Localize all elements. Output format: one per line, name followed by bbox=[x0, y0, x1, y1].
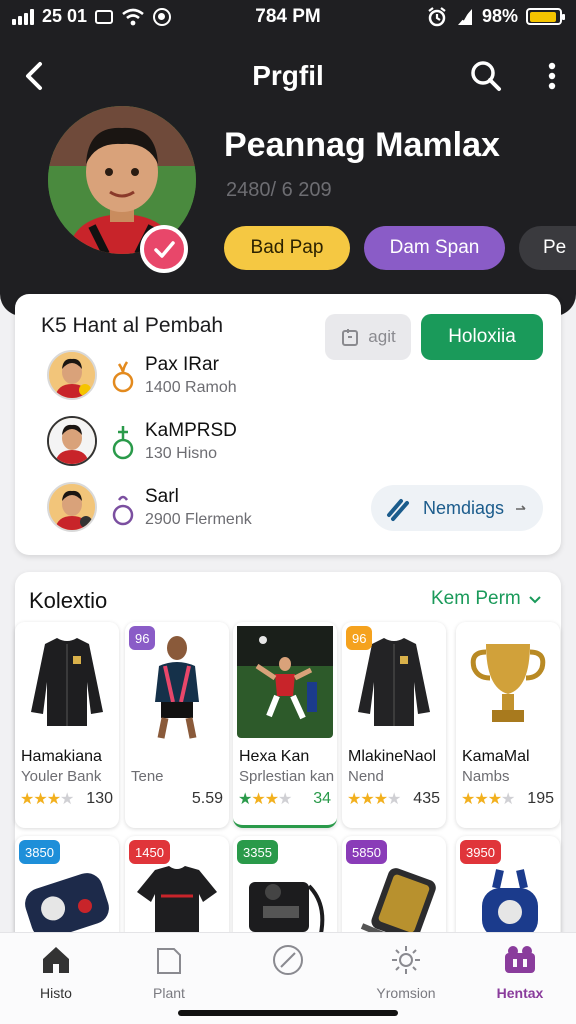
bookmark-icon bbox=[157, 948, 181, 974]
stripes-icon bbox=[387, 499, 409, 521]
rating-count: 130 bbox=[86, 790, 113, 807]
tab-label: Yromsion bbox=[376, 985, 436, 1001]
price-badge: 96 bbox=[129, 626, 156, 650]
message-button-label: Nemdiags bbox=[423, 497, 505, 518]
follower-meta: 2900 Flermenk bbox=[145, 511, 252, 528]
price-badge: 3950 bbox=[460, 840, 501, 864]
price-badge: 1450 bbox=[129, 840, 170, 864]
chevron-down-icon bbox=[529, 596, 541, 604]
price-badge: 3355 bbox=[237, 840, 278, 864]
follower-avatar bbox=[47, 350, 97, 400]
jacket-image bbox=[15, 622, 119, 742]
tab-compose[interactable] bbox=[238, 943, 338, 1013]
top-nav: Prgfil bbox=[0, 50, 576, 102]
follower-avatar bbox=[47, 482, 97, 532]
search-icon[interactable] bbox=[468, 58, 504, 94]
see-more-label: Kem Perm bbox=[431, 588, 521, 609]
followers-card: K5 Hant al Pembah agit Holoxiia Pax IRar… bbox=[15, 294, 561, 555]
price-badge: 3850 bbox=[19, 840, 60, 864]
alarm-icon bbox=[428, 6, 446, 26]
collection-item[interactable]: Hexa Kan Sprlestian kan ★★★★ 34 bbox=[233, 622, 337, 828]
rating-count: 195 bbox=[527, 790, 554, 807]
bag-outline-icon bbox=[112, 495, 134, 526]
profile-stats: 2480/ 6 209 bbox=[226, 179, 332, 201]
edit-icon bbox=[342, 329, 359, 346]
battery-level bbox=[529, 11, 556, 22]
follower-row[interactable]: KaMPRSD 130 Hisno bbox=[47, 416, 387, 468]
item-subtitle: Nambs bbox=[462, 768, 510, 785]
follower-row[interactable]: Sarl 2900 Flermenk bbox=[47, 482, 387, 534]
follower-avatar bbox=[47, 416, 97, 466]
see-more-link[interactable]: Kem Perm bbox=[431, 588, 543, 610]
follower-row[interactable]: Pax IRar 1400 Ramoh bbox=[47, 350, 387, 402]
item-name: Hexa Kan bbox=[239, 748, 310, 765]
collection-item[interactable]: KamaMal Nambs ★★★★ 195 bbox=[456, 622, 560, 828]
chip-tag[interactable]: Dam Span bbox=[364, 226, 505, 270]
follower-name: Sarl bbox=[145, 486, 179, 507]
price-badge: 5850 bbox=[346, 840, 387, 864]
item-name: Hamakiana bbox=[21, 748, 102, 765]
follower-meta: 130 Hisno bbox=[145, 445, 218, 462]
trophy-outline-icon bbox=[112, 361, 134, 393]
tag-chips: Bad Pap Dam Span Pe bbox=[224, 226, 576, 272]
rating-stars: ★★★★ bbox=[461, 791, 515, 808]
rating-stars: ★★★★ bbox=[238, 791, 292, 808]
trophy-image bbox=[456, 622, 560, 742]
profile-name: Peannag Mamlax bbox=[224, 126, 500, 164]
rating-stars: ★★★★ bbox=[347, 791, 401, 808]
item-subtitle: Tene bbox=[131, 768, 164, 785]
battery-icon bbox=[526, 8, 565, 25]
status-right: 98% bbox=[426, 6, 565, 27]
price-badge: 96 bbox=[346, 626, 373, 650]
arrow-icon bbox=[516, 505, 526, 510]
home-indicator[interactable] bbox=[178, 1010, 398, 1016]
medal-outline-icon bbox=[112, 426, 134, 460]
collection-title: Kolextio bbox=[29, 588, 108, 613]
collection-item[interactable]: 96 Tene 5.59 bbox=[125, 622, 229, 828]
verified-badge bbox=[140, 225, 188, 273]
tab-hentax[interactable]: Hentax bbox=[470, 943, 570, 1013]
followers-title: K5 Hant al Pembah bbox=[41, 314, 224, 337]
item-subtitle: Youler Bank bbox=[21, 768, 102, 785]
tab-home[interactable]: Histo bbox=[6, 943, 106, 1013]
battery-percent: 98% bbox=[481, 6, 518, 26]
chip-tag[interactable]: Pe bbox=[519, 226, 576, 270]
follower-name: KaMPRSD bbox=[145, 420, 237, 441]
more-vertical-icon[interactable] bbox=[540, 58, 564, 94]
community-icon bbox=[505, 946, 535, 973]
profile-header: 25 01 784 PM 98% Prgfil Peannag Mamlax 2… bbox=[0, 0, 576, 316]
tab-label: Plant bbox=[153, 985, 185, 1001]
edit-button-label: agit bbox=[368, 327, 396, 346]
gear-icon bbox=[392, 946, 420, 974]
item-subtitle: Sprlestian kan bbox=[239, 768, 335, 785]
compass-icon bbox=[273, 945, 303, 975]
tab-label: Histo bbox=[40, 985, 72, 1001]
follower-meta: 1400 Ramoh bbox=[145, 379, 237, 396]
profile-screen: 25 01 784 PM 98% Prgfil Peannag Mamlax 2… bbox=[0, 0, 576, 1024]
status-bar: 25 01 784 PM 98% bbox=[0, 0, 576, 36]
rating-stars: ★★★★ bbox=[20, 791, 74, 808]
check-icon bbox=[154, 241, 175, 258]
home-icon bbox=[43, 947, 69, 973]
message-button[interactable]: Nemdiags bbox=[371, 485, 543, 531]
cellular-icon bbox=[457, 8, 472, 25]
follow-button[interactable]: Holoxiia bbox=[421, 314, 543, 360]
tab-plant[interactable]: Plant bbox=[119, 943, 219, 1013]
item-name: MlakineNaol bbox=[348, 748, 437, 765]
chip-tag[interactable]: Bad Pap bbox=[224, 226, 350, 270]
match-photo-image bbox=[237, 626, 333, 738]
tab-label: Hentax bbox=[496, 985, 544, 1001]
item-subtitle: Nend bbox=[348, 768, 384, 785]
rating-count: 34 bbox=[313, 790, 331, 807]
item-name: KamaMal bbox=[462, 748, 530, 765]
rating-count: 5.59 bbox=[191, 790, 223, 807]
tab-yromsion[interactable]: Yromsion bbox=[356, 943, 456, 1013]
collection-card: Kolextio Kem Perm Hamakiana Youler Bank … bbox=[15, 572, 561, 996]
collection-item[interactable]: Hamakiana Youler Bank ★★★★ 130 bbox=[15, 622, 119, 828]
rating-count: 435 bbox=[413, 790, 440, 807]
collection-item[interactable]: 96 MlakineNaol Nend ★★★★ 435 bbox=[342, 622, 446, 828]
follower-name: Pax IRar bbox=[145, 354, 219, 375]
